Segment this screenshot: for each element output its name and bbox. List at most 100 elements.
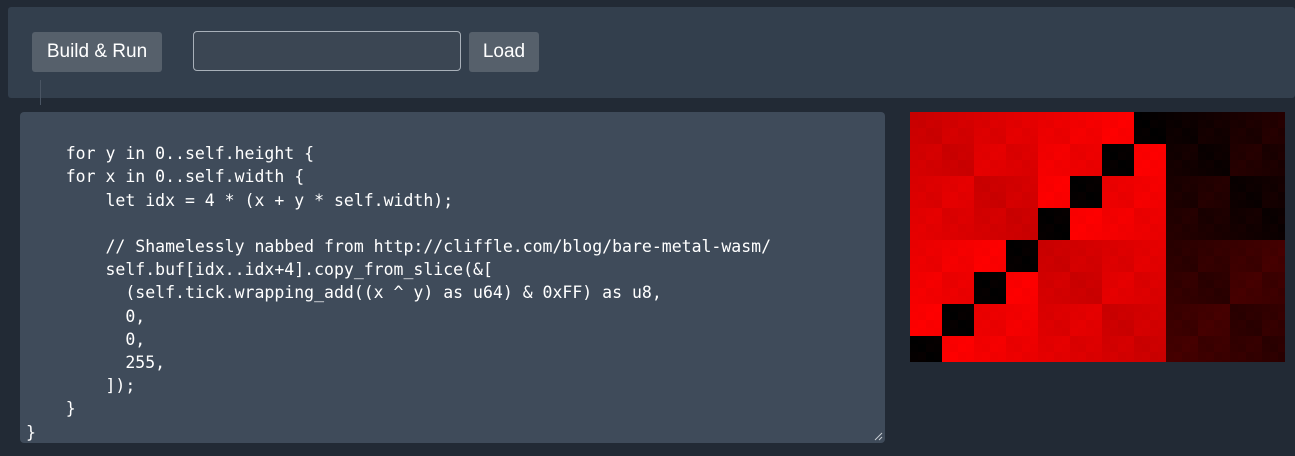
canvas-pixel	[1078, 128, 1086, 136]
canvas-pixel	[982, 328, 990, 336]
canvas-pixel	[1190, 272, 1198, 280]
canvas-pixel	[982, 176, 990, 184]
canvas-pixel	[990, 224, 998, 232]
canvas-pixel	[1190, 176, 1198, 184]
canvas-pixel	[1190, 216, 1198, 224]
canvas-pixel	[1046, 128, 1054, 136]
canvas-pixel	[1262, 176, 1270, 184]
xor-pattern-image	[910, 112, 1285, 362]
canvas-pixel	[918, 288, 926, 296]
canvas-pixel	[1142, 112, 1150, 120]
resize-grip-icon[interactable]	[873, 431, 883, 441]
canvas-pixel	[1158, 136, 1166, 144]
canvas-pixel	[1126, 112, 1134, 120]
canvas-pixel	[1238, 312, 1246, 320]
canvas-pixel	[910, 336, 918, 344]
canvas-pixel	[934, 192, 942, 200]
build-run-button[interactable]: Build & Run	[32, 32, 162, 72]
canvas-pixel	[966, 240, 974, 248]
canvas-pixel	[1246, 120, 1254, 128]
canvas-pixel	[1222, 336, 1230, 344]
canvas-pixel	[918, 256, 926, 264]
canvas-pixel	[982, 320, 990, 328]
canvas-pixel	[1158, 160, 1166, 168]
canvas-pixel	[1214, 128, 1222, 136]
canvas-pixel	[1046, 352, 1054, 360]
canvas-pixel	[958, 320, 966, 328]
canvas-pixel	[950, 176, 958, 184]
canvas-pixel	[1182, 128, 1190, 136]
canvas-pixel	[1038, 216, 1046, 224]
canvas-pixel	[942, 320, 950, 328]
canvas-pixel	[934, 200, 942, 208]
canvas-pixel	[1246, 216, 1254, 224]
canvas-pixel	[1230, 272, 1238, 280]
canvas-pixel	[1046, 280, 1054, 288]
render-canvas	[910, 112, 1285, 362]
canvas-pixel	[998, 120, 1006, 128]
canvas-pixel	[1078, 184, 1086, 192]
code-text[interactable]: for y in 0..self.height { for x in 0..se…	[26, 144, 771, 441]
toolbar-divider	[40, 80, 41, 105]
canvas-pixel	[1126, 328, 1134, 336]
canvas-pixel	[934, 328, 942, 336]
canvas-pixel	[942, 192, 950, 200]
canvas-pixel	[1182, 160, 1190, 168]
canvas-pixel	[1270, 240, 1278, 248]
canvas-pixel	[1102, 320, 1110, 328]
canvas-pixel	[1174, 216, 1182, 224]
canvas-pixel	[950, 248, 958, 256]
load-button[interactable]: Load	[469, 32, 539, 72]
canvas-pixel	[950, 216, 958, 224]
canvas-pixel	[1086, 320, 1094, 328]
canvas-pixel	[1038, 224, 1046, 232]
canvas-pixel	[1110, 112, 1118, 120]
canvas-pixel	[1070, 280, 1078, 288]
canvas-pixel	[1006, 120, 1014, 128]
canvas-pixel	[1014, 256, 1022, 264]
canvas-pixel	[1070, 288, 1078, 296]
canvas-pixel	[1014, 336, 1022, 344]
canvas-pixel	[1078, 112, 1086, 120]
canvas-pixel	[1214, 336, 1222, 344]
canvas-pixel	[1126, 128, 1134, 136]
canvas-pixel	[1134, 112, 1142, 120]
canvas-pixel	[1214, 264, 1222, 272]
canvas-pixel	[1022, 256, 1030, 264]
canvas-pixel	[1134, 160, 1142, 168]
canvas-pixel	[910, 328, 918, 336]
canvas-pixel	[1166, 216, 1174, 224]
canvas-pixel	[1134, 272, 1142, 280]
canvas-pixel	[1278, 152, 1285, 160]
canvas-pixel	[1270, 312, 1278, 320]
canvas-pixel	[918, 320, 926, 328]
code-editor[interactable]: for y in 0..self.height { for x in 0..se…	[20, 112, 885, 443]
canvas-pixel	[1222, 304, 1230, 312]
canvas-pixel	[974, 352, 982, 360]
canvas-pixel	[1014, 216, 1022, 224]
canvas-pixel	[926, 112, 934, 120]
canvas-pixel	[1262, 344, 1270, 352]
canvas-pixel	[1110, 280, 1118, 288]
canvas-pixel	[1190, 192, 1198, 200]
canvas-pixel	[958, 344, 966, 352]
canvas-pixel	[974, 128, 982, 136]
canvas-pixel	[1278, 336, 1285, 344]
canvas-pixel	[1038, 176, 1046, 184]
canvas-pixel	[1222, 320, 1230, 328]
canvas-pixel	[1038, 280, 1046, 288]
canvas-pixel	[1278, 240, 1285, 248]
canvas-pixel	[982, 264, 990, 272]
canvas-pixel	[1086, 120, 1094, 128]
canvas-pixel	[1166, 248, 1174, 256]
canvas-pixel	[1278, 360, 1285, 362]
canvas-pixel	[974, 304, 982, 312]
canvas-pixel	[1094, 112, 1102, 120]
canvas-pixel	[1246, 232, 1254, 240]
canvas-pixel	[1262, 328, 1270, 336]
canvas-pixel	[1102, 248, 1110, 256]
url-input[interactable]	[193, 31, 461, 71]
canvas-pixel	[1006, 200, 1014, 208]
canvas-pixel	[1270, 296, 1278, 304]
canvas-pixel	[1166, 112, 1174, 120]
